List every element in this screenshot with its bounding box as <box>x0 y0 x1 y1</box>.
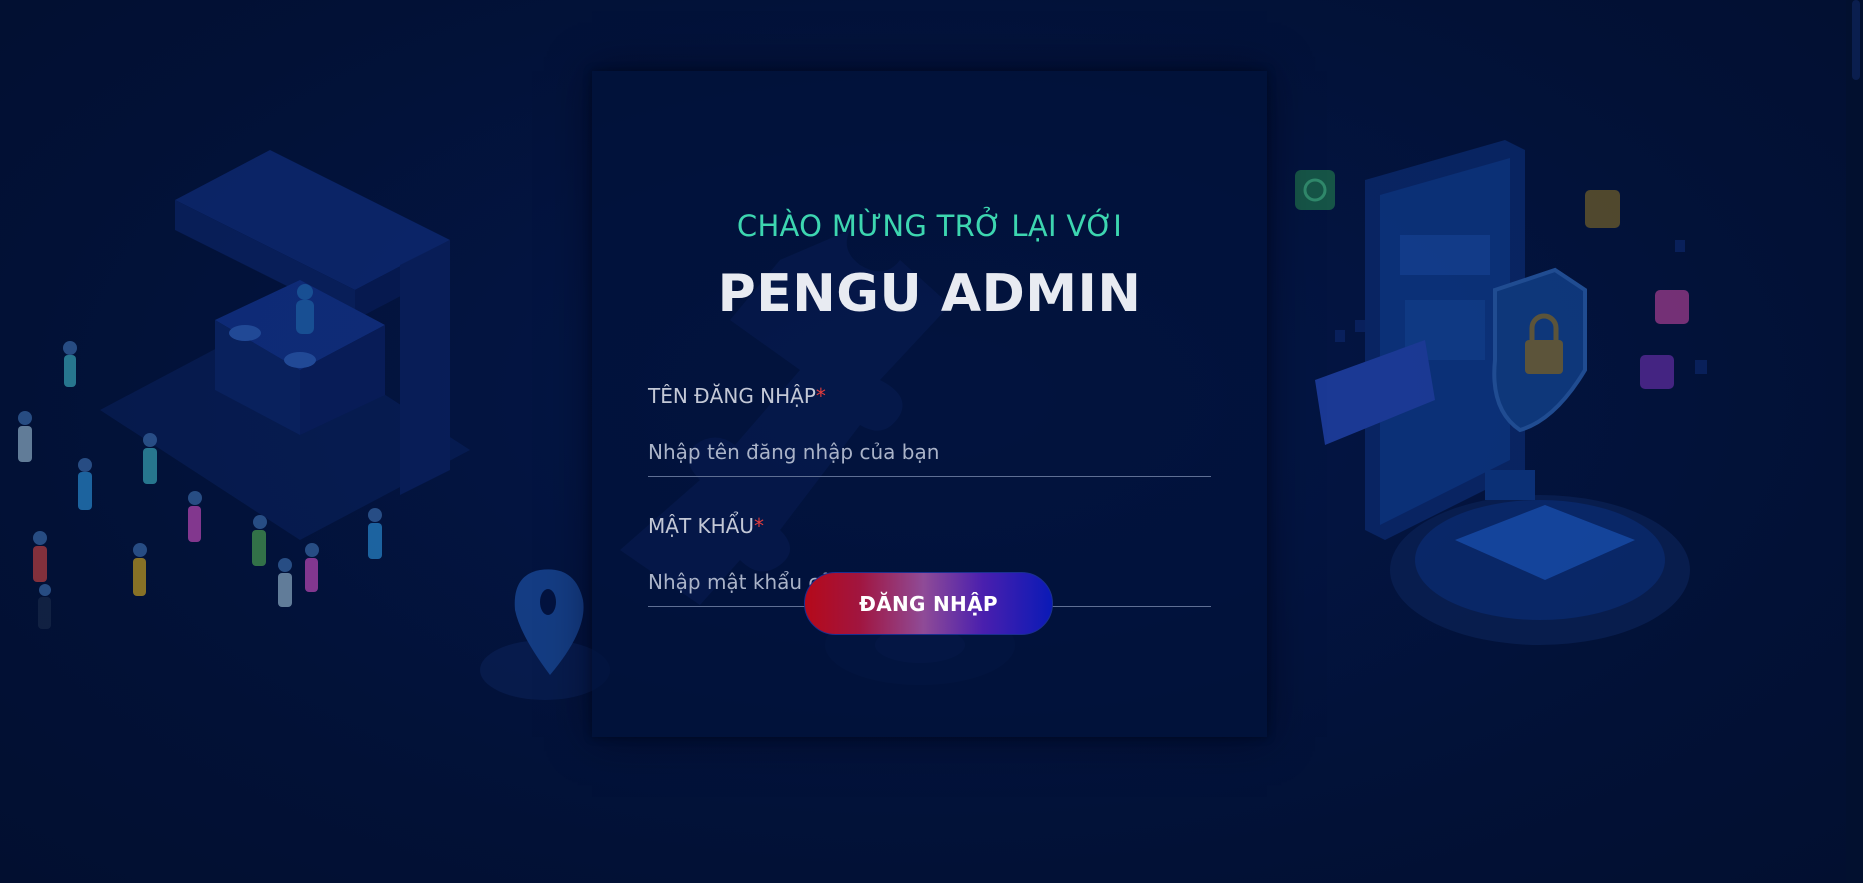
login-button[interactable]: ĐĂNG NHẬP <box>804 572 1053 635</box>
required-asterisk: * <box>754 514 764 538</box>
username-label: TÊN ĐĂNG NHẬP* <box>648 384 1211 414</box>
password-label-text: MẬT KHẨU <box>648 514 754 538</box>
login-page: CHÀO MỪNG TRỞ LẠI VỚI PENGU ADMIN TÊN ĐĂ… <box>0 0 1863 883</box>
party-dj-illustration <box>18 150 470 629</box>
password-label: MẬT KHẨU* <box>648 514 1211 544</box>
login-card-inner: CHÀO MỪNG TRỞ LẠI VỚI PENGU ADMIN TÊN ĐĂ… <box>592 71 1267 737</box>
brand-title: PENGU ADMIN <box>717 264 1142 324</box>
username-input[interactable] <box>648 434 1211 477</box>
scrollbar-thumb[interactable] <box>1852 0 1860 80</box>
login-card: CHÀO MỪNG TRỞ LẠI VỚI PENGU ADMIN TÊN ĐĂ… <box>592 71 1267 737</box>
phone-security-stadium-illustration <box>1295 140 1707 645</box>
scrollbar[interactable] <box>1846 0 1863 883</box>
username-label-text: TÊN ĐĂNG NHẬP <box>648 384 816 408</box>
welcome-heading: CHÀO MỪNG TRỞ LẠI VỚI <box>736 209 1123 243</box>
required-asterisk: * <box>815 384 826 408</box>
username-field-group: TÊN ĐĂNG NHẬP* <box>648 384 1211 477</box>
